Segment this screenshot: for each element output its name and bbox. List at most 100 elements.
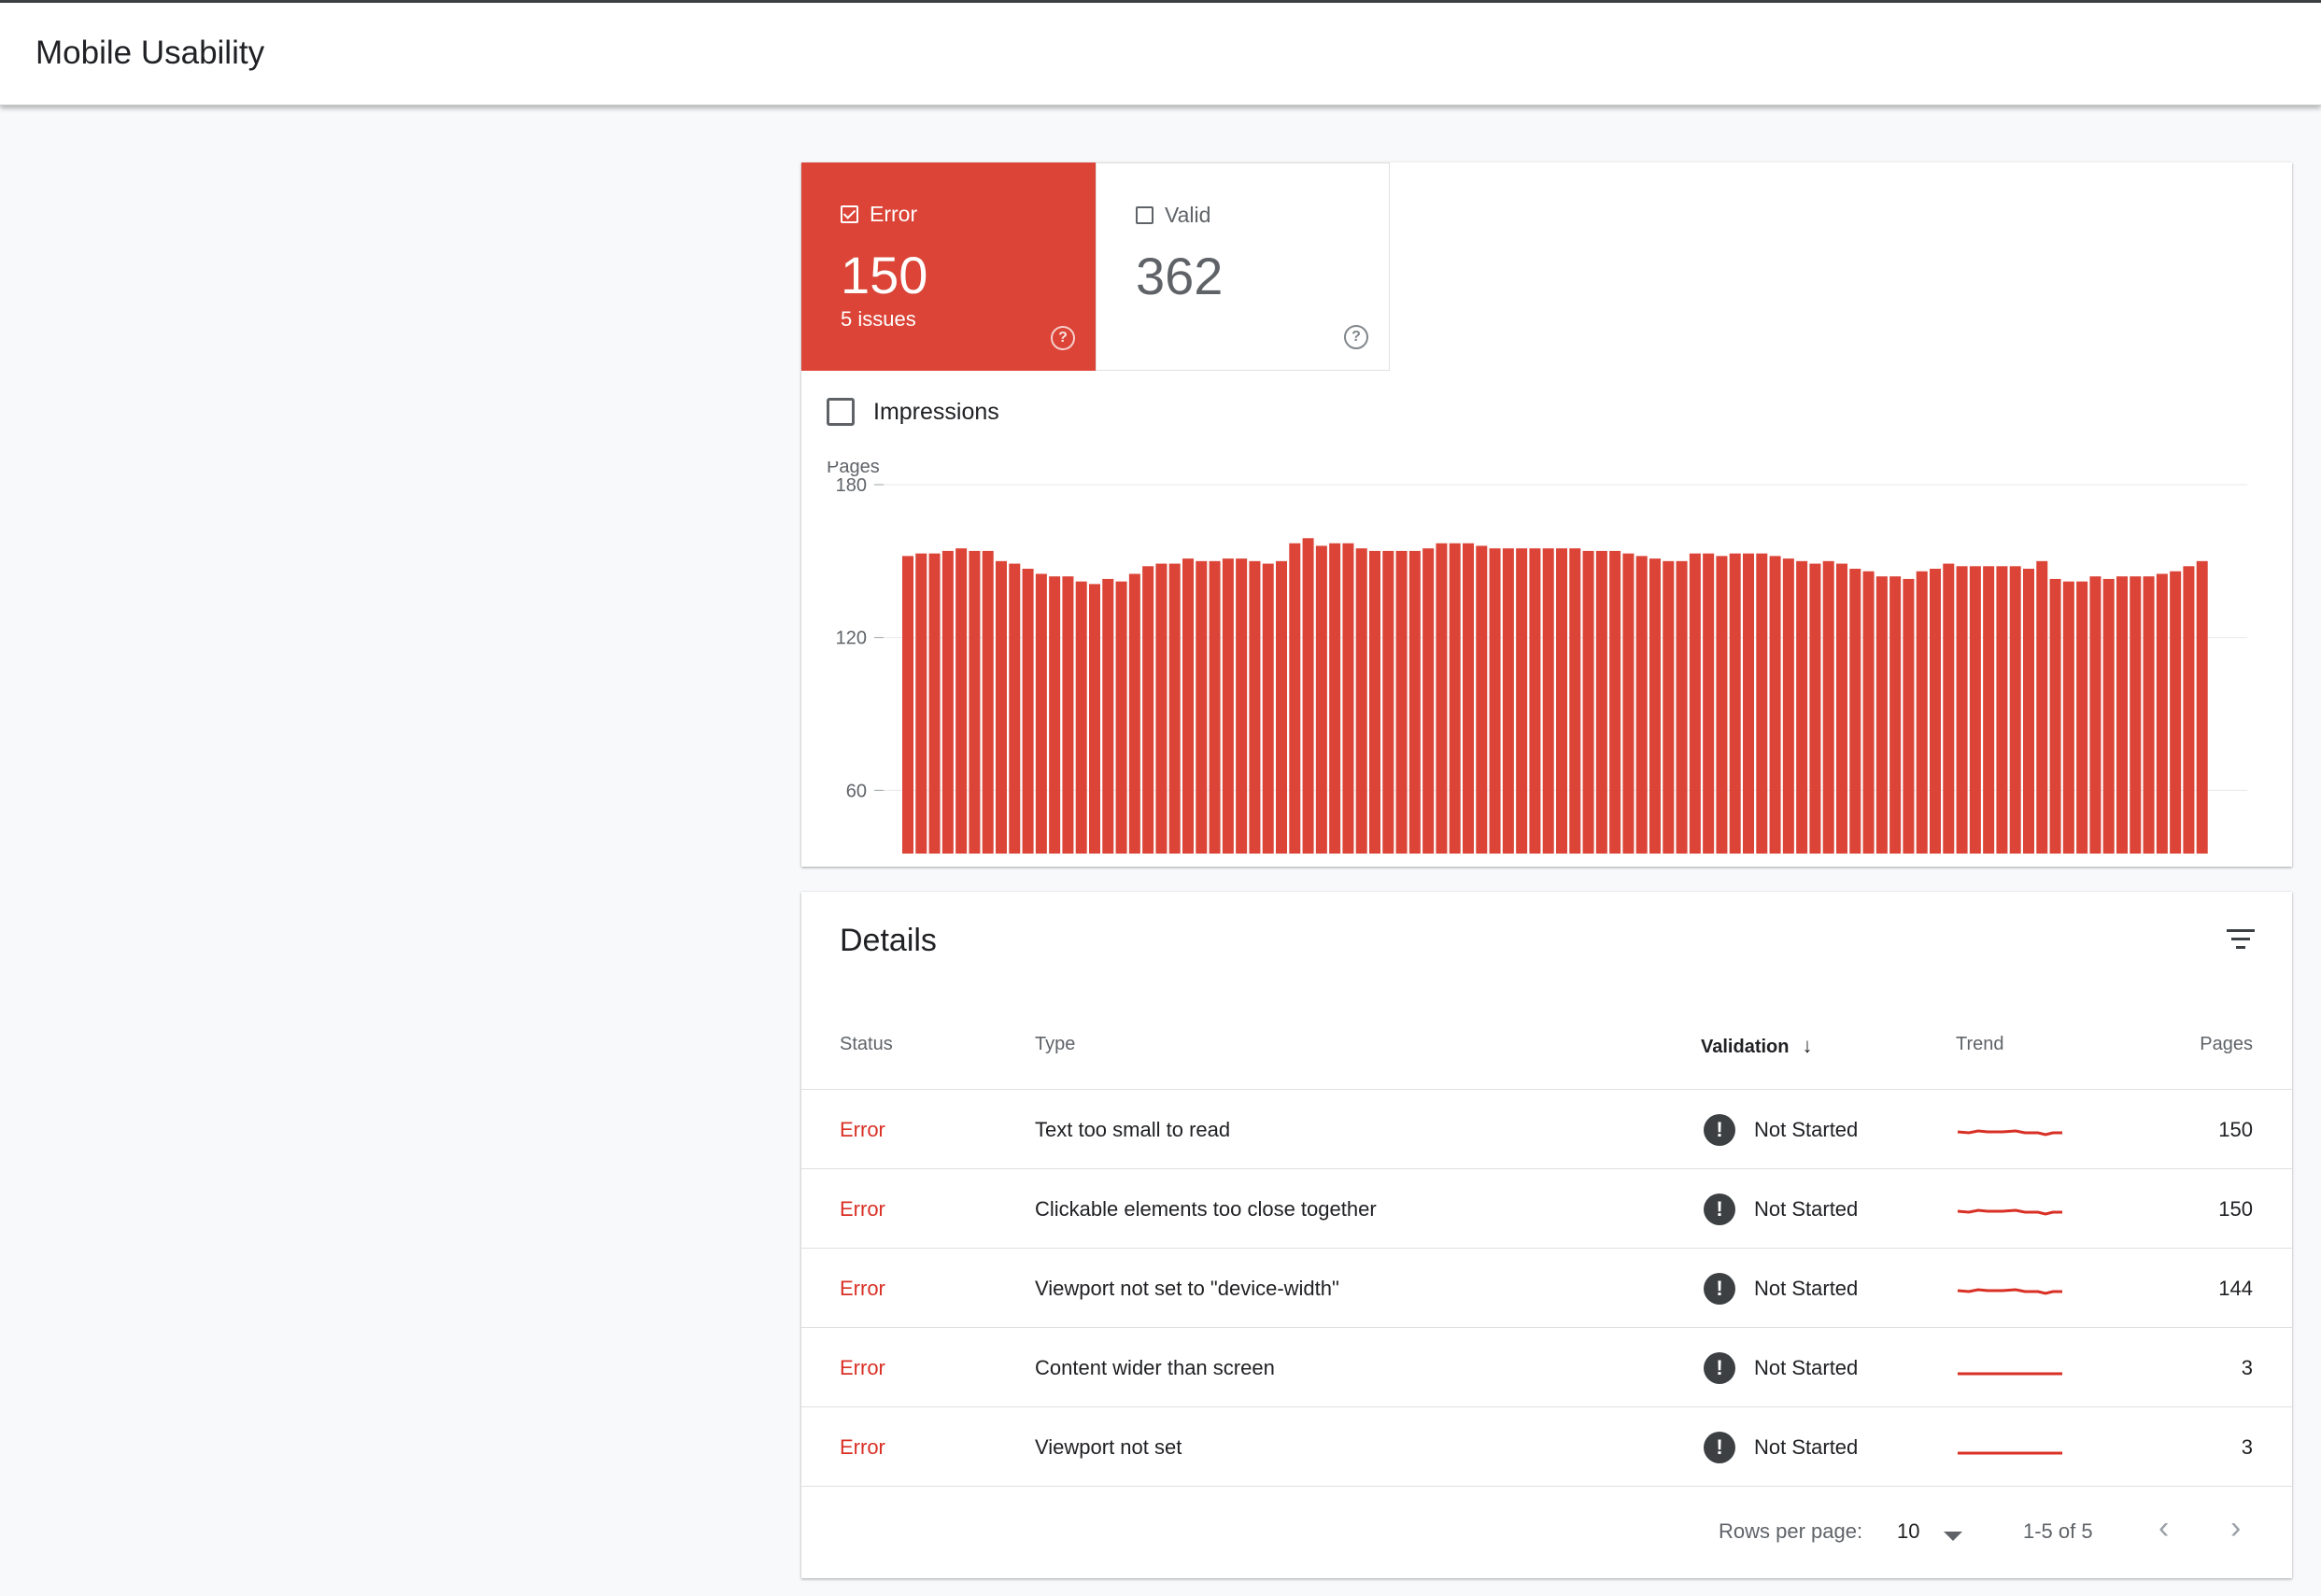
- bar: [1142, 566, 1154, 854]
- y-tick-label: 60: [846, 781, 867, 801]
- next-page-icon[interactable]: ›: [2230, 1510, 2241, 1547]
- row-pages: 150: [2218, 1118, 2253, 1141]
- row-validation: ! Not Started: [1704, 1090, 1858, 1169]
- trend-line: [1957, 1129, 2062, 1137]
- bar: [1102, 578, 1114, 854]
- bar: [1276, 560, 1287, 854]
- bar: [2009, 566, 2021, 854]
- bar: [1516, 548, 1528, 854]
- table-row[interactable]: Error Viewport not set! Not Started 3: [801, 1406, 2292, 1487]
- column-header-validation[interactable]: Validation ↓: [1701, 1034, 1812, 1058]
- previous-page-icon[interactable]: ‹: [2158, 1510, 2169, 1547]
- bar: [1875, 576, 1888, 854]
- bar: [2036, 560, 2048, 854]
- valid-tile-header: Valid: [1136, 203, 1210, 228]
- row-validation-label: Not Started: [1754, 1118, 1859, 1141]
- bar: [2023, 569, 2034, 854]
- bar: [1075, 581, 1087, 854]
- exclamation-circle-icon: !: [1704, 1431, 1735, 1463]
- row-type: Viewport not set to "device-width": [1035, 1277, 1339, 1300]
- bar: [1930, 569, 1941, 854]
- error-summary-tile[interactable]: Error 150 5 issues ?: [801, 162, 1096, 371]
- bar: [1369, 550, 1380, 854]
- bar: [1595, 550, 1607, 854]
- trend-sparkline-icon: [1957, 1129, 2062, 1137]
- bar: [1315, 545, 1327, 854]
- bar: [1635, 556, 1648, 854]
- bar: [1729, 553, 1741, 854]
- bar: [1089, 584, 1100, 854]
- bar: [1903, 578, 1915, 854]
- row-validation: ! Not Started: [1704, 1169, 1858, 1249]
- row-pages: 144: [2218, 1277, 2253, 1300]
- bar: [1703, 553, 1715, 854]
- bar: [1822, 560, 1834, 854]
- table-row[interactable]: Error Viewport not set to "device-width"!…: [801, 1248, 2292, 1328]
- trend-sparkline-icon: [1958, 1451, 2062, 1455]
- table-row[interactable]: Error Clickable elements too close togeth…: [801, 1168, 2292, 1249]
- error-count: 150: [841, 246, 928, 304]
- column-header-type[interactable]: Type: [1035, 1034, 1075, 1055]
- chevron-down-icon[interactable]: [1944, 1532, 1962, 1541]
- bar: [1996, 566, 2008, 854]
- pages-bar-chart: Pages18012060015/09/202027/09/202009/10/…: [827, 461, 2247, 854]
- bar: [982, 550, 994, 854]
- bar: [1355, 548, 1367, 854]
- table-row[interactable]: Error Text too small to read! Not Started 1…: [801, 1089, 2292, 1169]
- row-pages: 150: [2218, 1197, 2253, 1221]
- bar: [1983, 566, 1995, 854]
- bar: [2143, 576, 2155, 854]
- bar: [1196, 560, 1208, 854]
- bar: [1236, 558, 1248, 854]
- bar: [1663, 560, 1675, 854]
- column-header-trend[interactable]: Trend: [1956, 1034, 2004, 1055]
- bar: [1209, 560, 1221, 854]
- row-status: Error: [840, 1197, 885, 1221]
- bar: [1502, 548, 1514, 854]
- table-footer-divider: [801, 1486, 2292, 1487]
- bar: [1716, 556, 1728, 854]
- filter-icon[interactable]: [2227, 929, 2255, 952]
- bar: [955, 548, 968, 854]
- impressions-toggle[interactable]: Impressions: [827, 398, 999, 426]
- exclamation-circle-icon: !: [1704, 1193, 1735, 1225]
- impressions-checkbox[interactable]: [827, 398, 855, 426]
- valid-summary-tile[interactable]: Valid 362 ?: [1096, 162, 1390, 371]
- error-checkbox[interactable]: [841, 205, 858, 223]
- help-circle-icon[interactable]: ?: [1344, 325, 1368, 349]
- row-status: Error: [840, 1118, 885, 1141]
- y-tick-label: 120: [836, 629, 867, 649]
- exclamation-circle-icon: !: [1704, 1113, 1735, 1146]
- valid-count: 362: [1136, 247, 1224, 305]
- row-type: Text too small to read: [1035, 1118, 1231, 1141]
- bar: [1649, 558, 1661, 854]
- error-tile-label: Error: [870, 202, 918, 226]
- bar: [1249, 560, 1261, 854]
- table-row[interactable]: Error Content wider than screen! Not Start…: [801, 1327, 2292, 1407]
- row-status: Error: [840, 1435, 885, 1459]
- row-validation: ! Not Started: [1704, 1328, 1858, 1407]
- column-header-pages[interactable]: Pages: [2200, 1034, 2253, 1055]
- rows-per-page-select[interactable]: 10: [1897, 1519, 1919, 1544]
- trend-sparkline-icon: [1957, 1208, 2062, 1216]
- bar: [1262, 563, 1274, 854]
- column-header-status[interactable]: Status: [840, 1034, 893, 1055]
- bar: [1916, 571, 1928, 854]
- bar: [1849, 569, 1861, 854]
- bar: [1756, 553, 1768, 854]
- trend-sparkline-icon: [1958, 1372, 2062, 1376]
- bar: [1408, 550, 1421, 854]
- row-trend-sparkline: [1956, 1090, 2064, 1169]
- row-trend-sparkline: [1956, 1249, 2064, 1328]
- bar: [2089, 576, 2102, 854]
- exclamation-circle-icon: !: [1704, 1272, 1735, 1305]
- help-circle-icon[interactable]: ?: [1051, 326, 1075, 350]
- impressions-label: Impressions: [873, 398, 999, 425]
- row-validation: ! Not Started: [1704, 1407, 1858, 1487]
- valid-checkbox[interactable]: [1136, 206, 1153, 224]
- bar: [928, 553, 941, 854]
- sort-arrow-down-icon: ↓: [1802, 1034, 1813, 1057]
- row-trend-sparkline: [1956, 1169, 2064, 1249]
- row-pages: 3: [2241, 1435, 2253, 1459]
- bar: [1796, 560, 1808, 854]
